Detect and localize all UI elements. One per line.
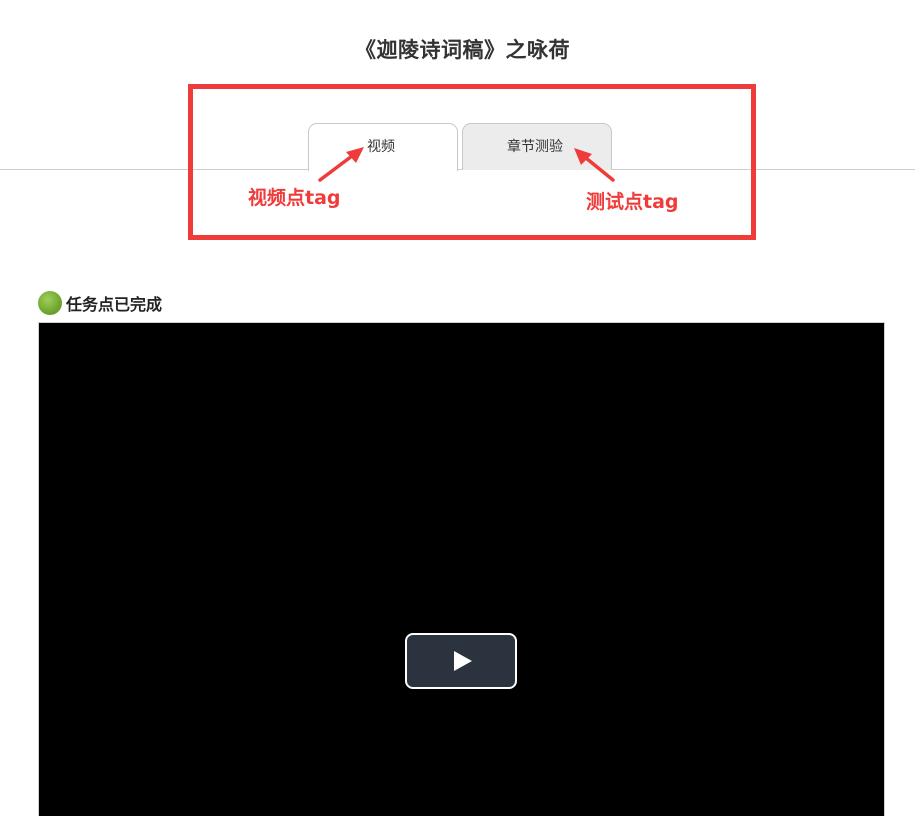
page-title: 《迦陵诗词稿》之咏荷 <box>355 38 570 62</box>
tab-video-label: 视频 <box>367 139 395 155</box>
play-icon <box>454 651 472 671</box>
tab-chapter-quiz-label: 章节测验 <box>507 139 563 155</box>
tab-video[interactable]: 视频 <box>308 123 458 171</box>
task-status: 任务点已完成 <box>38 290 162 316</box>
annotation-quiz-tag: 测试点tag <box>586 191 679 213</box>
task-status-text: 任务点已完成 <box>66 295 163 314</box>
play-button[interactable] <box>405 633 517 689</box>
task-complete-icon <box>38 291 62 315</box>
tab-chapter-quiz[interactable]: 章节测验 <box>462 123 612 170</box>
video-player[interactable] <box>38 322 885 816</box>
annotation-video-tag: 视频点tag <box>248 187 341 209</box>
page-root: 《迦陵诗词稿》之咏荷 视频 章节测验 视频点tag 测试点tag 任务点已完成 <box>0 0 915 816</box>
